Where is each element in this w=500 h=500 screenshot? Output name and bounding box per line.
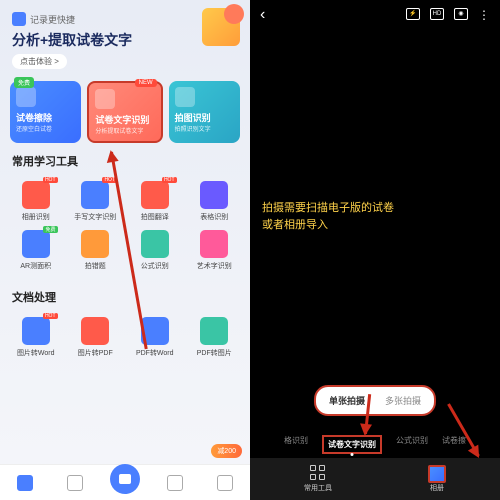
card-text-recognition[interactable]: NEW试卷文字识别分析提取试卷文字 bbox=[87, 81, 162, 143]
hd-toggle[interactable]: HD bbox=[430, 8, 444, 20]
album-icon bbox=[428, 465, 446, 483]
tool-item[interactable]: HOT图片转Word bbox=[6, 313, 66, 362]
coupon-badge[interactable]: 减200 bbox=[211, 444, 242, 458]
tool-icon bbox=[81, 317, 109, 345]
tool-icon bbox=[200, 317, 228, 345]
camera-topbar: ‹ ⚡ HD ◉ ⋮ bbox=[250, 0, 500, 30]
tool-label: 公式识别 bbox=[125, 261, 185, 271]
tool-icon bbox=[141, 230, 169, 258]
tools-grid-2: HOT图片转Word图片转PDFPDF转WordPDF转图片 bbox=[0, 309, 250, 366]
tool-icon bbox=[22, 181, 50, 209]
nav-home[interactable] bbox=[0, 465, 50, 500]
tool-item[interactable]: 公式识别 bbox=[125, 226, 185, 275]
banner-cta-button[interactable]: 点击体验 > bbox=[12, 54, 67, 69]
tool-label: 图片转PDF bbox=[66, 348, 126, 358]
camera-screen: ‹ ⚡ HD ◉ ⋮ 拍摄需要扫描电子版的试卷或者相册导入 单张拍摄 多张拍摄 … bbox=[250, 0, 500, 500]
tool-icon bbox=[22, 230, 50, 258]
tool-label: 拍错题 bbox=[66, 261, 126, 271]
tool-icon bbox=[22, 317, 50, 345]
common-tools-button[interactable]: 常用工具 bbox=[304, 465, 332, 493]
tool-label: 艺术字识别 bbox=[185, 261, 245, 271]
tab-erase[interactable]: 试卷擦 bbox=[442, 435, 466, 454]
multi-shot-button[interactable]: 多张拍摄 bbox=[375, 390, 431, 411]
tool-icon bbox=[200, 230, 228, 258]
tool-item[interactable]: 拍错题 bbox=[66, 226, 126, 275]
profile-icon bbox=[217, 475, 233, 491]
tab-paper-text[interactable]: 试卷文字识别 bbox=[322, 435, 382, 454]
feature-cards: 免费试卷擦除还原空白试卷 NEW试卷文字识别分析提取试卷文字 拍图识别拍照识别文… bbox=[0, 81, 250, 143]
tool-icon bbox=[81, 181, 109, 209]
shoot-mode-toggle: 单张拍摄 多张拍摄 bbox=[314, 385, 436, 416]
home-icon bbox=[17, 475, 33, 491]
card-icon bbox=[175, 87, 195, 107]
nav-files[interactable] bbox=[50, 465, 100, 500]
bottom-nav bbox=[0, 464, 250, 500]
card-erase-paper[interactable]: 免费试卷擦除还原空白试卷 bbox=[10, 81, 81, 143]
tool-label: 拍图翻译 bbox=[125, 212, 185, 222]
tool-icon bbox=[81, 230, 109, 258]
tool-item[interactable]: HOT相册识别 bbox=[6, 177, 66, 226]
tool-label: AR测面积 bbox=[6, 261, 66, 271]
tool-label: PDF转Word bbox=[125, 348, 185, 358]
tool-item[interactable]: 艺术字识别 bbox=[185, 226, 245, 275]
grid-icon bbox=[310, 465, 326, 481]
tool-label: 手写文字识别 bbox=[66, 212, 126, 222]
more-icon[interactable]: ⋮ bbox=[478, 8, 490, 22]
banner-subtitle: 记录更快捷 bbox=[30, 15, 75, 25]
badge-new: NEW bbox=[135, 79, 157, 87]
camera-bottom-bar: 常用工具 相册 bbox=[250, 458, 500, 500]
tool-icon bbox=[200, 181, 228, 209]
files-icon bbox=[67, 475, 83, 491]
tool-label: 表格识别 bbox=[185, 212, 245, 222]
card-photo-recognition[interactable]: 拍图识别拍照识别文字 bbox=[169, 81, 240, 143]
tool-item[interactable]: 表格识别 bbox=[185, 177, 245, 226]
banner-icon bbox=[12, 12, 26, 26]
section-title: 常用学习工具 bbox=[12, 153, 238, 169]
tools-icon bbox=[167, 475, 183, 491]
camera-icon bbox=[110, 464, 140, 494]
tool-label: PDF转图片 bbox=[185, 348, 245, 358]
nav-tools[interactable] bbox=[150, 465, 200, 500]
app-home-screen: 记录更快捷 分析+提取试卷文字 点击体验 > 免费试卷擦除还原空白试卷 NEW试… bbox=[0, 0, 250, 500]
mode-tabs: 格识别 试卷文字识别 公式识别 试卷擦 bbox=[250, 435, 500, 454]
banner-illustration bbox=[202, 8, 240, 46]
album-button[interactable]: 相册 bbox=[428, 465, 446, 493]
tool-item[interactable]: 免费AR测面积 bbox=[6, 226, 66, 275]
badge-free: 免费 bbox=[14, 77, 34, 88]
tab-table[interactable]: 格识别 bbox=[284, 435, 308, 454]
hint-text: 拍摄需要扫描电子版的试卷或者相册导入 bbox=[262, 200, 488, 233]
camera-flip-icon[interactable]: ◉ bbox=[454, 8, 468, 20]
tool-item[interactable]: PDF转Word bbox=[125, 313, 185, 362]
card-icon bbox=[95, 89, 115, 109]
back-button[interactable]: ‹ bbox=[260, 6, 265, 24]
flash-icon[interactable]: ⚡ bbox=[406, 8, 420, 20]
tool-label: 图片转Word bbox=[6, 348, 66, 358]
tool-item[interactable]: HOT拍图翻译 bbox=[125, 177, 185, 226]
tab-formula[interactable]: 公式识别 bbox=[396, 435, 428, 454]
section-title: 文档处理 bbox=[12, 289, 238, 305]
nav-camera[interactable] bbox=[100, 465, 150, 500]
tool-icon bbox=[141, 181, 169, 209]
tool-label: 相册识别 bbox=[6, 212, 66, 222]
card-icon bbox=[16, 87, 36, 107]
tool-item[interactable]: 图片转PDF bbox=[66, 313, 126, 362]
banner[interactable]: 记录更快捷 分析+提取试卷文字 点击体验 > bbox=[0, 0, 250, 77]
tool-item[interactable]: PDF转图片 bbox=[185, 313, 245, 362]
nav-profile[interactable] bbox=[200, 465, 250, 500]
